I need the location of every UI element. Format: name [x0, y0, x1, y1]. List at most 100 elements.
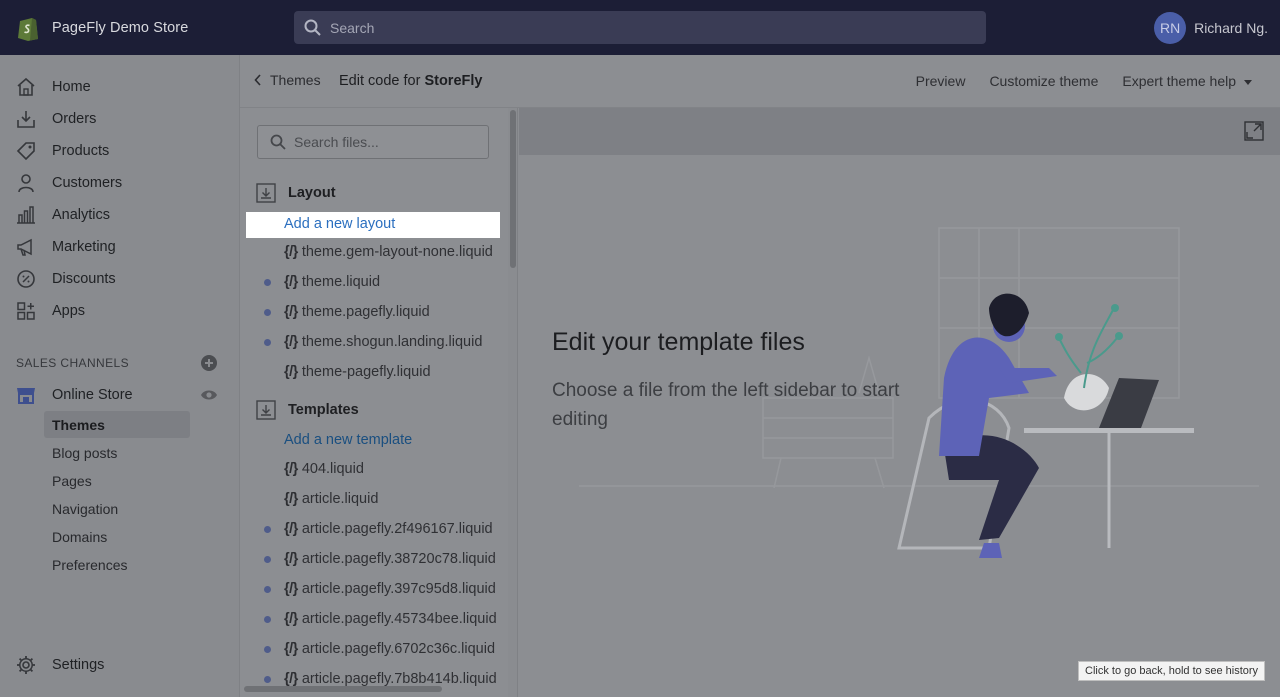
- top-bar: PageFly Demo Store Search RN Richard Ng.: [0, 0, 1280, 55]
- liquid-file-icon: {/}: [284, 581, 298, 597]
- file-item[interactable]: {/} article.liquid: [284, 491, 378, 507]
- nav-item-apps[interactable]: Apps: [16, 299, 85, 323]
- nav-label-customers: Customers: [52, 175, 123, 191]
- search-icon: [270, 134, 286, 150]
- search-files-input[interactable]: Search files...: [257, 125, 489, 159]
- gear-icon: [16, 655, 36, 675]
- store-brand[interactable]: PageFly Demo Store: [0, 14, 294, 42]
- apps-icon: [16, 301, 36, 321]
- sub-item-navigation[interactable]: Navigation: [44, 495, 190, 522]
- liquid-file-icon: {/}: [284, 274, 298, 290]
- file-name: article.pagefly.6702c36c.liquid: [301, 641, 496, 657]
- file-item[interactable]: {/} article.pagefly.38720c78.liquid: [284, 551, 496, 567]
- file-name: theme.liquid: [301, 274, 381, 290]
- store-icon: [16, 385, 36, 405]
- folder-layout[interactable]: Layout: [256, 183, 336, 203]
- expert-theme-help-dropdown[interactable]: Expert theme help: [1122, 73, 1252, 89]
- left-navigation: Home Orders Products Customers Analytics…: [0, 55, 240, 697]
- folder-templates-label: Templates: [288, 402, 359, 418]
- user-menu[interactable]: RN Richard Ng.: [1154, 12, 1268, 44]
- file-name: article.pagefly.397c95d8.liquid: [301, 581, 496, 597]
- add-new-layout-link[interactable]: Add a new layout: [246, 212, 500, 238]
- vertical-scrollbar[interactable]: [508, 108, 517, 697]
- liquid-file-icon: {/}: [284, 551, 298, 567]
- fullscreen-icon[interactable]: [1244, 121, 1264, 141]
- scrollbar-thumb[interactable]: [244, 686, 442, 692]
- file-item[interactable]: {/} article.pagefly.6702c36c.liquid: [284, 641, 495, 657]
- modified-dot: [264, 279, 271, 286]
- nav-item-analytics[interactable]: Analytics: [16, 203, 110, 227]
- sub-item-preferences[interactable]: Preferences: [44, 551, 190, 578]
- avatar[interactable]: RN: [1154, 12, 1187, 44]
- nav-label-discounts: Discounts: [52, 271, 116, 287]
- global-search[interactable]: Search: [294, 11, 986, 44]
- file-item[interactable]: {/} theme.gem-layout-none.liquid: [284, 244, 493, 260]
- nav-item-marketing[interactable]: Marketing: [16, 235, 116, 259]
- file-item[interactable]: {/} article.pagefly.2f496167.liquid: [284, 521, 493, 537]
- file-item[interactable]: {/} theme-pagefly.liquid: [284, 364, 431, 380]
- back-button-tooltip: Click to go back, hold to see history: [1078, 661, 1266, 681]
- folder-download-icon: [256, 183, 276, 203]
- file-name: article.pagefly.38720c78.liquid: [301, 551, 496, 567]
- nav-item-settings[interactable]: Settings: [16, 653, 104, 677]
- preview-button[interactable]: Preview: [916, 73, 966, 89]
- nav-item-orders[interactable]: Orders: [16, 107, 96, 131]
- nav-label-marketing: Marketing: [52, 239, 116, 255]
- nav-item-products[interactable]: Products: [16, 139, 109, 163]
- liquid-file-icon: {/}: [284, 611, 298, 627]
- chevron-down-icon: [1244, 79, 1252, 85]
- file-item[interactable]: {/} theme.liquid: [284, 274, 380, 290]
- nav-label-online-store: Online Store: [52, 387, 133, 403]
- page-title-prefix: Edit code for: [339, 73, 425, 89]
- file-name: theme-pagefly.liquid: [301, 364, 431, 380]
- file-name: theme.gem-layout-none.liquid: [301, 244, 493, 260]
- liquid-file-icon: {/}: [284, 461, 298, 477]
- user-name[interactable]: Richard Ng.: [1194, 20, 1268, 36]
- file-item[interactable]: {/} 404.liquid: [284, 461, 364, 477]
- nav-label-products: Products: [52, 143, 110, 159]
- file-item[interactable]: {/} theme.shogun.landing.liquid: [284, 334, 482, 350]
- horizontal-scrollbar[interactable]: [240, 684, 508, 694]
- sub-item-blog-posts[interactable]: Blog posts: [44, 439, 190, 466]
- search-files-placeholder: Search files...: [294, 134, 379, 150]
- add-new-template-link[interactable]: Add a new template: [284, 432, 412, 448]
- nav-item-online-store[interactable]: Online Store: [16, 383, 133, 407]
- modified-dot: [264, 616, 271, 623]
- sub-item-pages[interactable]: Pages: [44, 467, 190, 494]
- file-name: theme.pagefly.liquid: [301, 304, 430, 320]
- liquid-file-icon: {/}: [284, 491, 298, 507]
- add-sales-channel-button[interactable]: [201, 355, 217, 371]
- nav-item-discounts[interactable]: Discounts: [16, 267, 116, 291]
- expert-help-label: Expert theme help: [1122, 73, 1236, 89]
- nav-item-home[interactable]: Home: [16, 75, 91, 99]
- add-new-layout-label: Add a new layout: [284, 216, 396, 232]
- nav-label-home: Home: [52, 79, 91, 95]
- sub-item-themes[interactable]: Themes: [44, 411, 190, 438]
- eye-icon[interactable]: [200, 388, 218, 402]
- liquid-file-icon: {/}: [284, 521, 298, 537]
- search-input[interactable]: Search: [330, 20, 374, 36]
- file-item[interactable]: {/} article.pagefly.45734bee.liquid: [284, 611, 497, 627]
- file-item[interactable]: {/} theme.pagefly.liquid: [284, 304, 430, 320]
- editor-main: Edit your template files Choose a file f…: [519, 108, 1280, 697]
- liquid-file-icon: {/}: [284, 641, 298, 657]
- folder-layout-label: Layout: [288, 185, 336, 201]
- scrollbar-thumb[interactable]: [510, 110, 516, 268]
- file-item[interactable]: {/} article.pagefly.397c95d8.liquid: [284, 581, 496, 597]
- modified-dot: [264, 526, 271, 533]
- customize-theme-button[interactable]: Customize theme: [989, 73, 1098, 89]
- megaphone-icon: [16, 237, 36, 257]
- sub-item-domains[interactable]: Domains: [44, 523, 190, 550]
- folder-templates[interactable]: Templates: [256, 400, 359, 420]
- header-actions: Preview Customize theme Expert theme hel…: [892, 73, 1252, 89]
- modified-dot: [264, 309, 271, 316]
- modified-dot: [264, 676, 271, 683]
- orders-icon: [16, 109, 36, 129]
- file-name: article.pagefly.45734bee.liquid: [301, 611, 497, 627]
- bar-chart-icon: [16, 205, 36, 225]
- modified-dot: [264, 586, 271, 593]
- nav-item-customers[interactable]: Customers: [16, 171, 122, 195]
- person-icon: [16, 173, 36, 193]
- back-label: Themes: [270, 72, 321, 88]
- back-to-themes-link[interactable]: Themes: [254, 72, 321, 88]
